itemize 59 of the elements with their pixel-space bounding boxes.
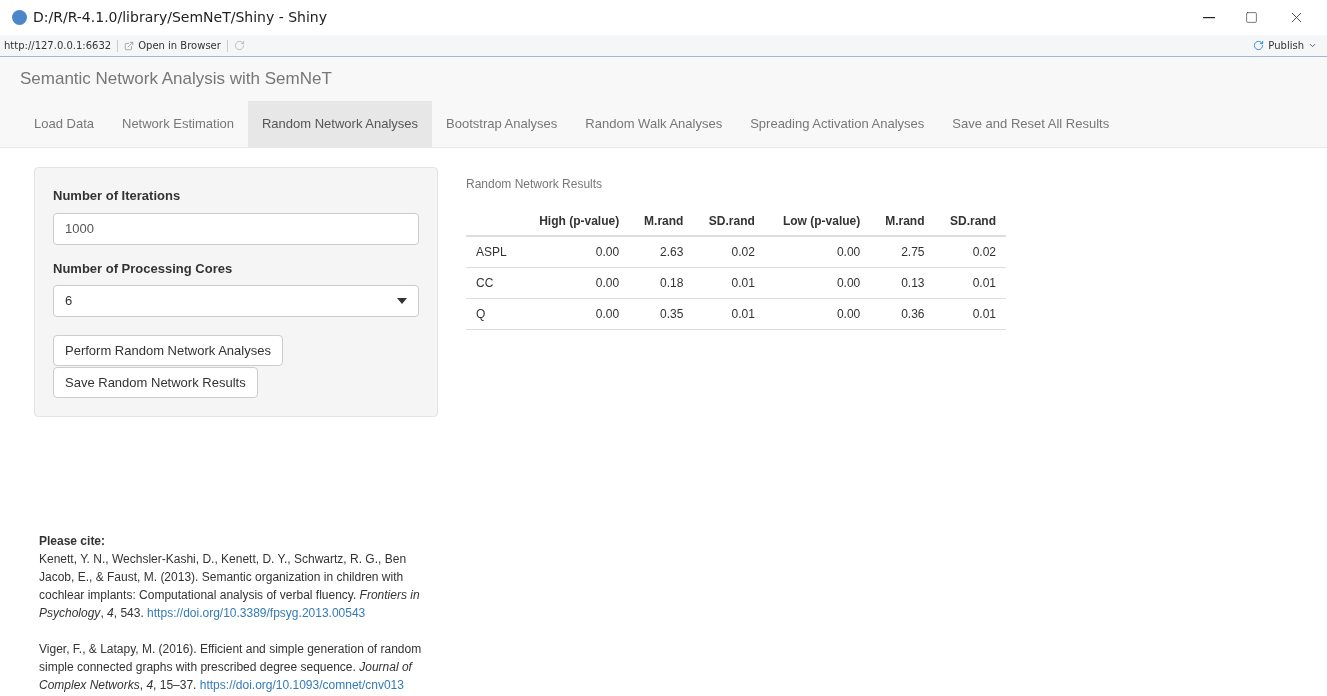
column-header: Low (p-value): [782, 214, 861, 228]
table-cell: CC: [476, 276, 494, 290]
table-caption: Random Network Results: [466, 176, 604, 193]
table-cell: 0.35: [660, 307, 684, 321]
column-header: M.rand: [885, 214, 925, 228]
table-cell: 0.13: [901, 276, 925, 290]
table-cell: 2.63: [660, 245, 684, 259]
column-header: High (p-value): [539, 214, 620, 228]
table-cell: 0.00: [595, 307, 620, 321]
minimize-icon: [1203, 16, 1215, 19]
maximize-icon: [1245, 11, 1258, 24]
table-cell: ASPL: [476, 245, 507, 259]
nav-tab[interactable]: Random Network Analyses: [248, 101, 433, 147]
table-cell: 0.36: [901, 307, 925, 321]
dropdown-caret-icon: [397, 298, 407, 304]
table-cell: 0.00: [595, 276, 620, 290]
nav-tab[interactable]: Network Estimation: [108, 101, 248, 147]
table-cell: 0.01: [972, 276, 996, 290]
field-label: Number of Processing Cores: [53, 259, 234, 278]
column-header: M.rand: [644, 214, 684, 228]
minimize-button[interactable]: [1203, 16, 1215, 19]
cores-select[interactable]: 6: [53, 285, 419, 317]
table-cell: 0.02: [972, 245, 996, 259]
nav-tab[interactable]: Load Data: [20, 101, 108, 147]
open-in-browser-button[interactable]: Open in Browser: [124, 38, 221, 53]
nav-tab[interactable]: Random Walk Analyses: [571, 101, 737, 147]
citation-text: Viger, F., & Latapy, M. (2016). Efficient and simple generation of random simple connected graphs with prescribed degree sequence. Journal of Complex Networks, 4, 15–37. https://doi.org/10.1093/comnet/cnv013: [39, 641, 423, 694]
table-cell: 0.01: [731, 307, 755, 321]
publish-button[interactable]: Publish: [1253, 38, 1323, 53]
action-button[interactable]: Save Random Network Results: [53, 367, 258, 398]
table-cell: 0.01: [972, 307, 996, 321]
table-cell: 0.18: [660, 276, 684, 290]
table-cell: Q: [476, 307, 486, 321]
maximize-button[interactable]: [1245, 11, 1258, 24]
table-cell: 0.02: [731, 245, 755, 259]
nav-tab[interactable]: Spreading Activation Analyses: [736, 101, 939, 147]
table-cell: 0.00: [836, 276, 861, 290]
external-window-icon: [124, 40, 135, 51]
nav-tab[interactable]: Save and Reset All Results: [938, 101, 1124, 147]
table-cell: 0.00: [836, 307, 861, 321]
table-cell: 2.75: [901, 245, 925, 259]
nav-tab[interactable]: Bootstrap Analyses: [432, 101, 572, 147]
table-cell: 0.00: [836, 245, 861, 259]
publish-label: Publish: [1268, 39, 1304, 53]
citation-text: Kenett, Y. N., Wechsler-Kashi, D., Kenett, D. Y., Schwartz, R. G., Ben Jacob, E., & Faust, M. (2013). Semantic organization in children with cochlear implants: Computational analysis of verbal fluency. Frontiers in Psychology, 4, 543. https://doi.org/10.3389/fpsyg.2013.00543: [39, 551, 421, 622]
table-cell: 0.00: [595, 245, 620, 259]
cite-heading: Please cite:: [39, 533, 107, 550]
doi-link[interactable]: https://doi.org/10.3389/fpsyg.2013.00543: [147, 606, 366, 620]
column-header: SD.rand: [708, 214, 755, 228]
doi-link[interactable]: https://doi.org/10.1093/comnet/cnv013: [199, 678, 404, 692]
url-text: http://127.0.0.1:6632: [4, 39, 112, 53]
column-header: SD.rand: [950, 214, 996, 228]
action-button[interactable]: Perform Random Network Analyses: [53, 335, 283, 366]
field-label: Number of Iterations: [53, 187, 182, 205]
app-title: Semantic Network Analysis with SemNeT: [20, 68, 332, 91]
iterations-input[interactable]: 1000: [53, 212, 419, 245]
caret-icon: [1308, 41, 1317, 50]
window-title: D:/R/R-4.1.0/library/SemNeT/Shiny - Shiny: [33, 8, 328, 27]
table-cell: 0.01: [731, 276, 755, 290]
